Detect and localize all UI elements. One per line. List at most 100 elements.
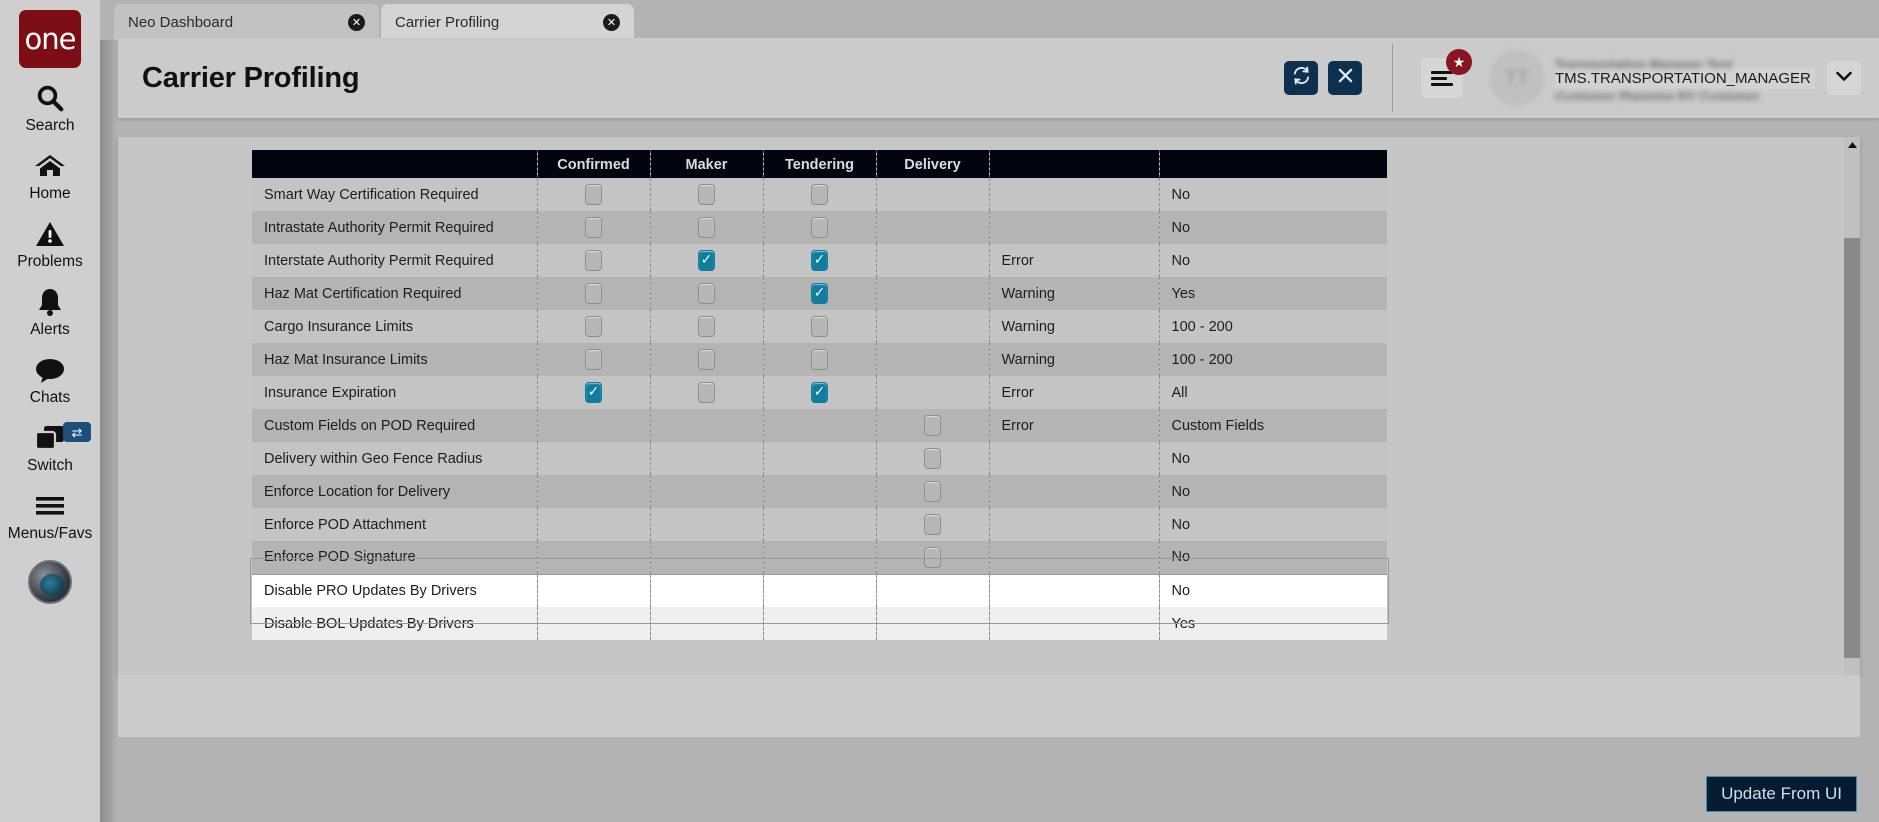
checkbox-maker[interactable] bbox=[698, 184, 715, 205]
cell-maker[interactable] bbox=[650, 178, 764, 211]
checkbox-tendering[interactable] bbox=[811, 217, 828, 238]
close-page-button[interactable] bbox=[1328, 61, 1362, 95]
checkbox-tendering[interactable] bbox=[811, 283, 828, 304]
column-header-name[interactable] bbox=[252, 150, 538, 178]
cell-confirmed[interactable] bbox=[537, 343, 651, 376]
table-row[interactable]: Insurance Expiration ErrorAll bbox=[252, 376, 1387, 409]
cell-maker[interactable] bbox=[650, 343, 764, 376]
cell-confirmed[interactable] bbox=[537, 178, 651, 211]
cell-tendering[interactable] bbox=[763, 277, 877, 310]
checkbox-confirmed[interactable] bbox=[585, 349, 602, 370]
tab-neo-dashboard[interactable]: Neo Dashboard ✕ bbox=[114, 4, 379, 40]
table-row[interactable]: Enforce POD Signature No bbox=[252, 541, 1387, 574]
table-row[interactable]: Disable PRO Updates By Drivers No bbox=[252, 573, 1387, 607]
checkbox-confirmed[interactable] bbox=[585, 184, 602, 205]
checkbox-confirmed[interactable] bbox=[585, 217, 602, 238]
user-profile-photo[interactable] bbox=[28, 560, 72, 604]
checkbox-delivery[interactable] bbox=[924, 514, 941, 535]
sidebar-item-home[interactable]: Home bbox=[0, 148, 100, 203]
sidebar-item-switch[interactable]: ⇄ Switch bbox=[0, 420, 100, 475]
column-header-tendering[interactable]: Tendering bbox=[763, 150, 877, 178]
checkbox-tendering[interactable] bbox=[811, 316, 828, 337]
checkbox-maker[interactable] bbox=[698, 217, 715, 238]
table-row[interactable]: Haz Mat Insurance Limits Warning 100 - 200 bbox=[252, 343, 1387, 376]
column-header-severity[interactable] bbox=[989, 150, 1160, 178]
checkbox-delivery[interactable] bbox=[924, 448, 941, 469]
column-header-delivery[interactable]: Delivery bbox=[876, 150, 990, 178]
table-row[interactable]: Delivery within Geo Fence Radius No bbox=[252, 442, 1387, 475]
cell-tendering[interactable] bbox=[763, 244, 877, 277]
vertical-scrollbar[interactable] bbox=[1844, 137, 1860, 675]
cell-maker[interactable] bbox=[650, 376, 764, 409]
checkbox-confirmed[interactable] bbox=[585, 250, 602, 271]
table-row[interactable]: Smart Way Certification Required No bbox=[252, 178, 1387, 211]
cell-tendering[interactable] bbox=[763, 310, 877, 343]
left-navigation-rail: one Search Home Problems Alerts Chats ⇄ … bbox=[0, 0, 100, 822]
cell-confirmed[interactable] bbox=[537, 277, 651, 310]
update-from-ui-button[interactable]: Update From UI bbox=[1706, 776, 1857, 812]
cell-tendering[interactable] bbox=[763, 178, 877, 211]
column-header-maker[interactable]: Maker bbox=[650, 150, 764, 178]
sidebar-item-problems[interactable]: Problems bbox=[0, 216, 100, 271]
table-row[interactable]: Custom Fields on POD Required Error Custom… bbox=[252, 409, 1387, 442]
cell-delivery[interactable] bbox=[876, 475, 990, 508]
cell-tendering[interactable] bbox=[763, 376, 877, 409]
cell-confirmed[interactable] bbox=[537, 211, 651, 244]
cell-delivery[interactable] bbox=[876, 442, 990, 475]
one-logo[interactable]: one bbox=[19, 10, 81, 68]
table-row[interactable]: Enforce Location for Delivery No bbox=[252, 475, 1387, 508]
checkbox-maker[interactable] bbox=[698, 283, 715, 304]
cell-delivery[interactable] bbox=[876, 541, 990, 574]
page-header: Carrier Profiling ★ TT Transportation Ma… bbox=[118, 38, 1879, 118]
cell-maker[interactable] bbox=[650, 244, 764, 277]
checkbox-tendering[interactable] bbox=[811, 382, 828, 403]
sidebar-item-chats[interactable]: Chats bbox=[0, 352, 100, 407]
swap-arrows-icon[interactable]: ⇄ bbox=[63, 422, 91, 442]
cell-confirmed[interactable] bbox=[537, 376, 651, 409]
cell-delivery[interactable] bbox=[876, 508, 990, 541]
triangle-up-icon[interactable] bbox=[1844, 137, 1860, 153]
cell-maker[interactable] bbox=[650, 277, 764, 310]
table-row[interactable]: Intrastate Authority Permit Required No bbox=[252, 211, 1387, 244]
table-row[interactable]: Interstate Authority Permit Required Erro… bbox=[252, 244, 1387, 277]
checkbox-delivery[interactable] bbox=[924, 415, 941, 436]
cell-confirmed[interactable] bbox=[537, 310, 651, 343]
checkbox-confirmed[interactable] bbox=[585, 283, 602, 304]
cell-tendering[interactable] bbox=[763, 211, 877, 244]
refresh-button[interactable] bbox=[1284, 61, 1318, 95]
cell-delivery[interactable] bbox=[876, 409, 990, 442]
cell-confirmed[interactable] bbox=[537, 244, 651, 277]
notifications-menu-button[interactable]: ★ bbox=[1421, 49, 1472, 98]
checkbox-maker[interactable] bbox=[698, 316, 715, 337]
checkbox-tendering[interactable] bbox=[811, 250, 828, 271]
close-circle-icon[interactable]: ✕ bbox=[348, 13, 365, 31]
cell-severity bbox=[989, 541, 1160, 574]
sidebar-item-menus-favs[interactable]: Menus/Favs bbox=[0, 488, 100, 543]
user-menu-toggle[interactable] bbox=[1827, 61, 1861, 95]
sidebar-item-search[interactable]: Search bbox=[0, 80, 100, 135]
checkbox-tendering[interactable] bbox=[811, 349, 828, 370]
close-circle-icon[interactable]: ✕ bbox=[603, 13, 620, 31]
cell-value-link[interactable]: All bbox=[1159, 376, 1387, 409]
column-header-confirmed[interactable]: Confirmed bbox=[537, 150, 651, 178]
cell-maker[interactable] bbox=[650, 310, 764, 343]
table-row[interactable]: Enforce POD Attachment No bbox=[252, 508, 1387, 541]
checkbox-maker[interactable] bbox=[698, 349, 715, 370]
checkbox-confirmed[interactable] bbox=[585, 316, 602, 337]
checkbox-confirmed[interactable] bbox=[585, 382, 602, 403]
checkbox-maker[interactable] bbox=[698, 382, 715, 403]
scrollbar-thumb[interactable] bbox=[1844, 238, 1860, 658]
sidebar-item-alerts[interactable]: Alerts bbox=[0, 284, 100, 339]
checkbox-delivery[interactable] bbox=[924, 546, 941, 568]
cell-value-link[interactable]: Custom Fields bbox=[1159, 409, 1387, 442]
checkbox-delivery[interactable] bbox=[924, 481, 941, 502]
cell-maker[interactable] bbox=[650, 211, 764, 244]
checkbox-tendering[interactable] bbox=[811, 184, 828, 205]
table-row[interactable]: Cargo Insurance Limits Warning 100 - 200 bbox=[252, 310, 1387, 343]
table-row[interactable]: Haz Mat Certification Required WarningYes bbox=[252, 277, 1387, 310]
avatar[interactable]: TT bbox=[1489, 50, 1545, 106]
column-header-value[interactable] bbox=[1159, 150, 1387, 178]
table-row[interactable]: Disable BOL Updates By Drivers Yes bbox=[252, 607, 1387, 640]
checkbox-maker[interactable] bbox=[698, 250, 715, 271]
cell-tendering[interactable] bbox=[763, 343, 877, 376]
